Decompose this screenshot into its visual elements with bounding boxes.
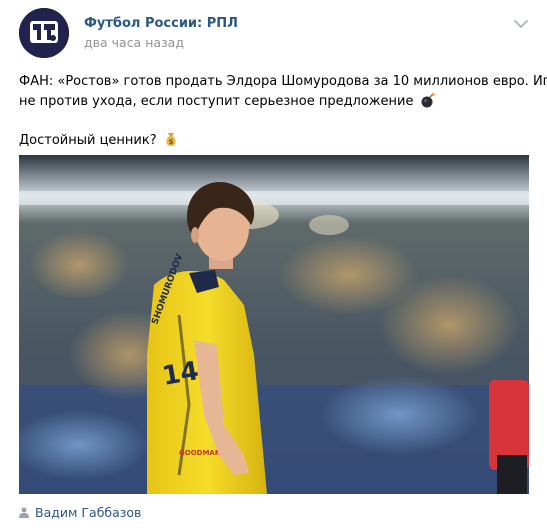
post-text-line: ФАН: «Ростов» готов продать Элдора Шомур… bbox=[19, 74, 547, 89]
signer-name[interactable]: Вадим Габбазов bbox=[35, 505, 141, 520]
post-time[interactable]: два часа назад bbox=[84, 35, 184, 50]
community-logo-icon bbox=[19, 8, 69, 58]
post-header: Футбол России: РПЛ два часа назад bbox=[19, 8, 529, 58]
money-bag-icon: $ bbox=[166, 133, 176, 146]
post-photo[interactable]: 14 SHOMURODOV GOODMAN bbox=[19, 155, 529, 494]
svg-text:$: $ bbox=[168, 138, 173, 146]
post-text: ФАН: «Ростов» готов продать Элдора Шомур… bbox=[19, 72, 547, 151]
community-name[interactable]: Футбол России: РПЛ bbox=[84, 16, 238, 31]
bomb-icon bbox=[421, 92, 435, 108]
post-text-line: не против ухода, если поступит серьезное… bbox=[19, 92, 529, 112]
jersey-number: 14 bbox=[160, 356, 201, 392]
player-photo: 14 SHOMURODOV GOODMAN bbox=[19, 155, 529, 494]
person-icon bbox=[19, 507, 29, 518]
avatar[interactable] bbox=[19, 8, 69, 58]
jersey-sponsor: GOODMAN bbox=[179, 449, 221, 457]
chevron-down-icon[interactable] bbox=[513, 18, 529, 30]
post-text-line: Достойный ценник? $ bbox=[19, 131, 529, 151]
